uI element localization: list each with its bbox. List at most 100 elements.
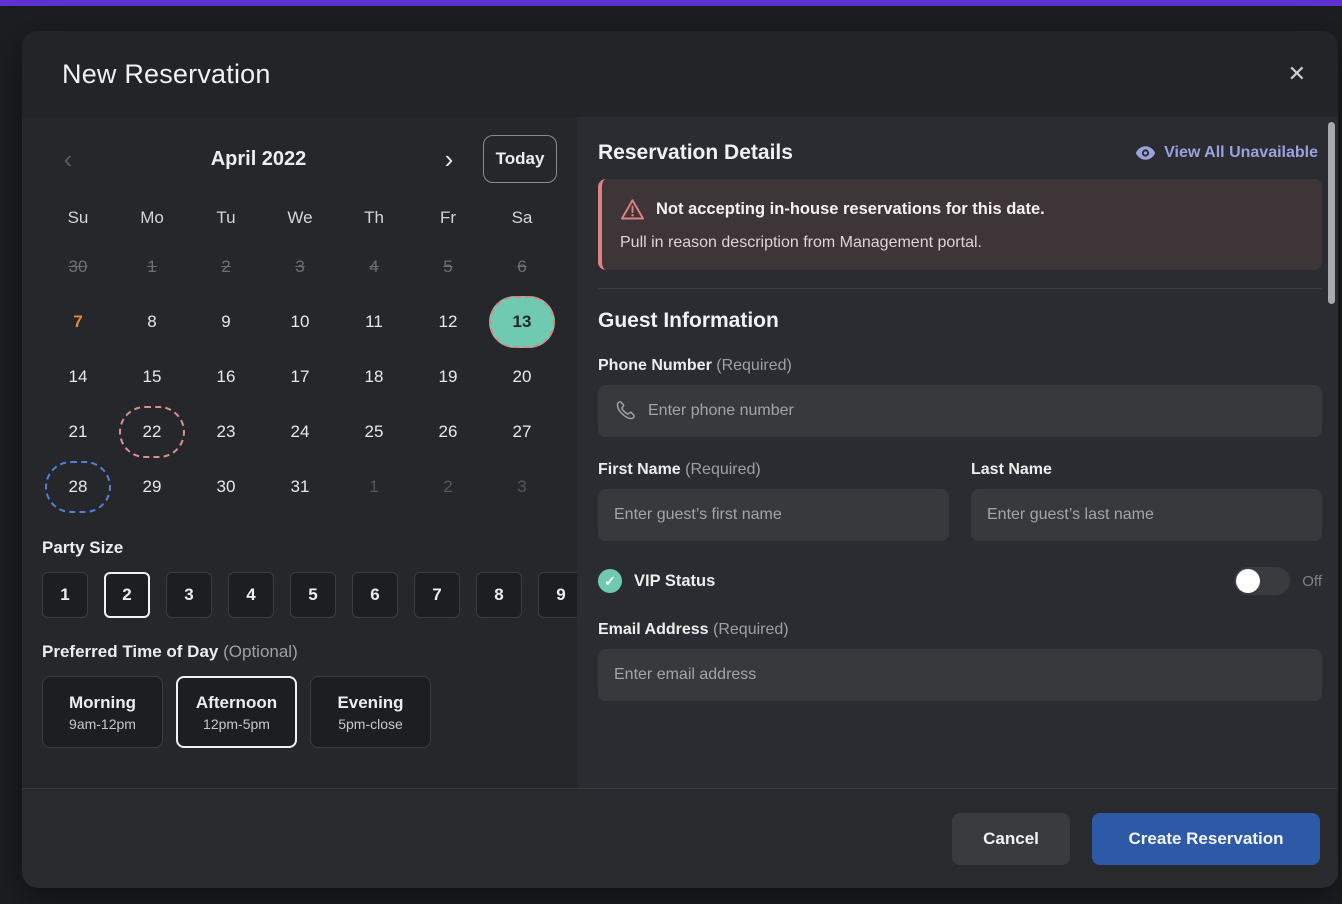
weekday-label: Fr — [411, 203, 485, 233]
calendar-day[interactable]: 10 — [263, 294, 337, 349]
phone-input-box — [598, 385, 1322, 437]
phone-input[interactable] — [648, 402, 1306, 420]
calendar-day[interactable]: 22 — [115, 404, 189, 459]
last-name-label-text: Last Name — [971, 461, 1052, 478]
vip-toggle[interactable] — [1234, 567, 1290, 595]
email-label: Email Address (Required) — [598, 621, 1322, 639]
time-of-day-options: Morning9am-12pmAfternoon12pm-5pmEvening5… — [42, 676, 577, 748]
today-button[interactable]: Today — [483, 135, 557, 183]
email-label-text: Email Address — [598, 621, 709, 638]
modal-content: ‹ April 2022 › Today SuMoTuWeThFrSa 3012… — [22, 117, 1338, 788]
eye-icon — [1135, 145, 1156, 161]
calendar-day[interactable]: 26 — [411, 404, 485, 459]
party-size-option[interactable]: 9 — [538, 572, 577, 618]
email-input[interactable] — [614, 666, 1306, 684]
calendar-day[interactable]: 21 — [41, 404, 115, 459]
party-size-option[interactable]: 7 — [414, 572, 460, 618]
last-name-input-box — [971, 489, 1322, 541]
vip-toggle-knob — [1236, 569, 1260, 593]
calendar-day[interactable]: 2 — [189, 239, 263, 294]
party-size-option[interactable]: 8 — [476, 572, 522, 618]
create-reservation-button[interactable]: Create Reservation — [1092, 813, 1320, 865]
close-icon[interactable]: ✕ — [1282, 57, 1312, 91]
first-name-label-text: First Name — [598, 461, 681, 478]
calendar-day[interactable]: 16 — [189, 349, 263, 404]
party-size-option[interactable]: 3 — [166, 572, 212, 618]
cancel-button[interactable]: Cancel — [952, 813, 1070, 865]
vip-toggle-state: Off — [1302, 573, 1322, 590]
warning-body: Pull in reason description from Manageme… — [620, 234, 1302, 252]
last-name-label: Last Name — [971, 461, 1322, 479]
warning-title: Not accepting in-house reservations for … — [656, 200, 1045, 219]
party-size-option[interactable]: 1 — [42, 572, 88, 618]
vip-status-label: VIP Status — [634, 572, 715, 591]
calendar-day[interactable]: 5 — [411, 239, 485, 294]
calendar-day[interactable]: 4 — [337, 239, 411, 294]
phone-icon — [614, 400, 636, 422]
party-size-label: Party Size — [42, 538, 577, 558]
calendar-day[interactable]: 6 — [485, 239, 559, 294]
calendar-day[interactable]: 31 — [263, 459, 337, 514]
prev-month-icon[interactable]: ‹ — [56, 147, 80, 171]
phone-label-text: Phone Number — [598, 357, 712, 374]
calendar-day[interactable]: 18 — [337, 349, 411, 404]
time-option-afternoon[interactable]: Afternoon12pm-5pm — [176, 676, 297, 748]
calendar-day[interactable]: 14 — [41, 349, 115, 404]
party-size-option[interactable]: 6 — [352, 572, 398, 618]
page-title: New Reservation — [62, 59, 1282, 90]
calendar-day[interactable]: 8 — [115, 294, 189, 349]
top-accent-bar — [0, 0, 1342, 6]
party-size-option[interactable]: 4 — [228, 572, 274, 618]
calendar-grid: 3012345678910111213141516171819202122232… — [41, 239, 577, 514]
calendar-day[interactable]: 24 — [263, 404, 337, 459]
calendar-day[interactable]: 15 — [115, 349, 189, 404]
calendar-day[interactable]: 25 — [337, 404, 411, 459]
last-name-input[interactable] — [987, 506, 1306, 524]
modal-footer: Cancel Create Reservation — [22, 788, 1338, 888]
first-name-label: First Name (Required) — [598, 461, 949, 479]
party-size-option[interactable]: 5 — [290, 572, 336, 618]
email-input-box — [598, 649, 1322, 701]
calendar-day[interactable]: 20 — [485, 349, 559, 404]
next-month-icon[interactable]: › — [437, 147, 461, 171]
calendar-day[interactable]: 9 — [189, 294, 263, 349]
calendar-day[interactable]: 13 — [485, 294, 559, 349]
time-of-day-label: Preferred Time of Day (Optional) — [42, 642, 577, 662]
calendar-day[interactable]: 28 — [41, 459, 115, 514]
time-option-evening[interactable]: Evening5pm-close — [310, 676, 431, 748]
calendar-day[interactable]: 23 — [189, 404, 263, 459]
new-reservation-modal: New Reservation ✕ ‹ April 2022 › Today S… — [22, 31, 1338, 888]
phone-required: (Required) — [716, 357, 792, 374]
scrollbar-thumb[interactable] — [1328, 122, 1335, 304]
details-panel: Reservation Details View All Unavailable — [577, 117, 1338, 788]
vip-status-left: ✓ VIP Status — [598, 569, 1234, 593]
calendar-day[interactable]: 1 — [115, 239, 189, 294]
calendar-day[interactable]: 7 — [41, 294, 115, 349]
calendar-day[interactable]: 11 — [337, 294, 411, 349]
calendar-day[interactable]: 1 — [337, 459, 411, 514]
details-header: Reservation Details View All Unavailable — [598, 141, 1322, 165]
calendar-day[interactable]: 3 — [485, 459, 559, 514]
calendar-day[interactable]: 30 — [189, 459, 263, 514]
calendar-day[interactable]: 12 — [411, 294, 485, 349]
first-name-input[interactable] — [614, 506, 933, 524]
calendar-day[interactable]: 30 — [41, 239, 115, 294]
email-required: (Required) — [713, 621, 789, 638]
calendar-month-label: April 2022 — [80, 148, 437, 171]
section-divider — [598, 288, 1322, 289]
time-option-morning[interactable]: Morning9am-12pm — [42, 676, 163, 748]
party-size-option[interactable]: 2 — [104, 572, 150, 618]
check-circle-icon: ✓ — [598, 569, 622, 593]
calendar-day[interactable]: 17 — [263, 349, 337, 404]
vip-status-row: ✓ VIP Status Off — [598, 567, 1322, 595]
calendar-day[interactable]: 2 — [411, 459, 485, 514]
weekday-label: Th — [337, 203, 411, 233]
calendar-day[interactable]: 27 — [485, 404, 559, 459]
party-size-options: 123456789 — [42, 572, 577, 618]
calendar-day[interactable]: 19 — [411, 349, 485, 404]
calendar-day[interactable]: 3 — [263, 239, 337, 294]
weekday-label: Mo — [115, 203, 189, 233]
view-all-unavailable-link[interactable]: View All Unavailable — [1135, 144, 1318, 162]
calendar-day[interactable]: 29 — [115, 459, 189, 514]
phone-label: Phone Number (Required) — [598, 357, 1322, 375]
